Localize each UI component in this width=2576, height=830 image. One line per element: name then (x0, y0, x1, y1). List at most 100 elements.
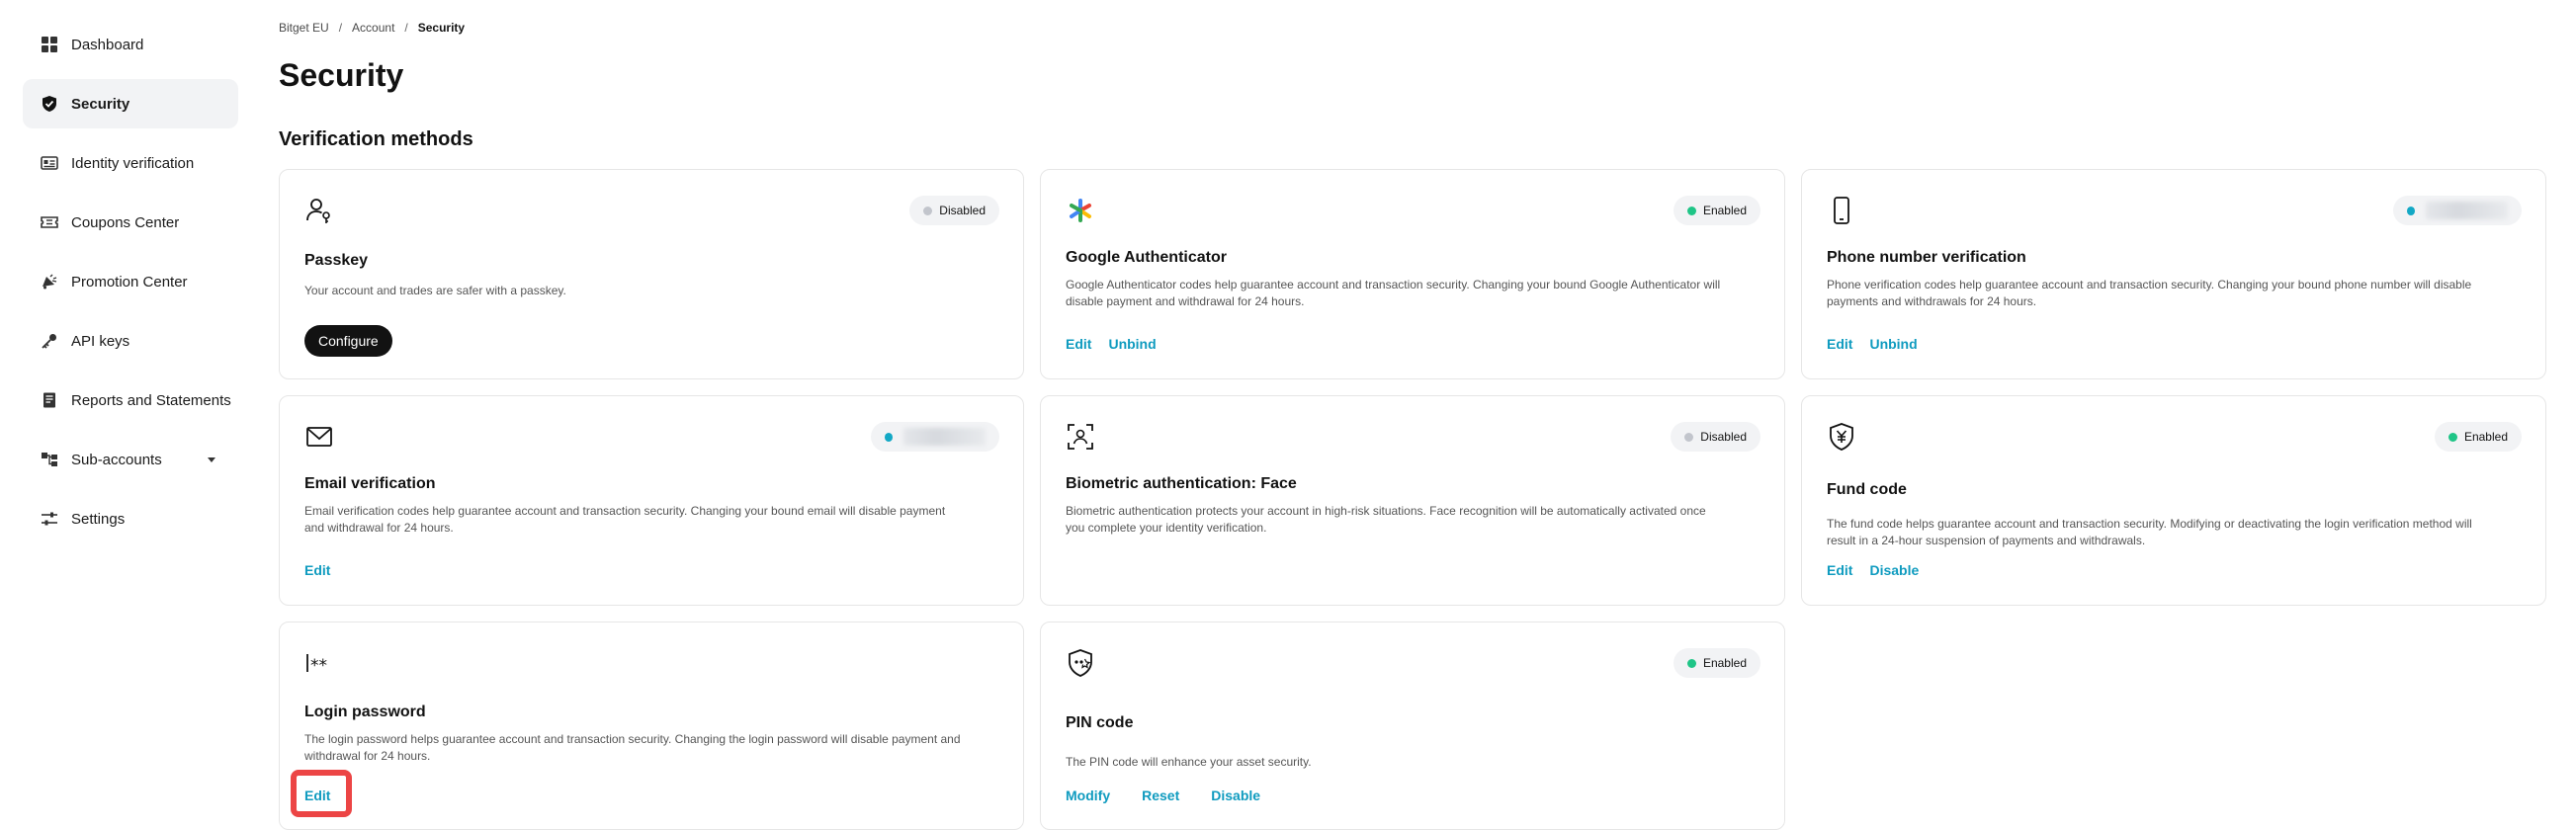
card-description: Email verification codes help guarantee … (304, 504, 946, 535)
card-passkey: Disabled Passkey Your account and trades… (279, 169, 1024, 379)
status-dot (2407, 206, 2416, 215)
pin-shield-icon (1066, 648, 1095, 678)
breadcrumb: Bitget EU / Account / Security (279, 21, 465, 35)
phone-icon (1827, 196, 1856, 225)
status-dot (1686, 206, 1696, 215)
modify-link[interactable]: Modify (1066, 788, 1110, 803)
sidebar-item-security[interactable]: Security (23, 79, 238, 128)
sidebar-item-settings[interactable]: Settings (23, 494, 238, 543)
sidebar-item-api-keys[interactable]: API keys (23, 316, 238, 366)
section-title: Verification methods (279, 128, 473, 150)
sidebar-item-sub-accounts[interactable]: Sub-accounts (23, 435, 238, 484)
configure-button[interactable]: Configure (304, 325, 392, 357)
status-dot (1686, 658, 1696, 668)
card-title: Passkey (304, 252, 369, 269)
shield-icon (41, 95, 58, 113)
highlight-box (291, 770, 352, 817)
google-authenticator-icon (1066, 196, 1095, 225)
card-phone-verification: Phone number verification Phone verifica… (1801, 169, 2546, 379)
coupon-icon (41, 213, 58, 231)
unbind-link[interactable]: Unbind (1108, 336, 1156, 352)
megaphone-icon (41, 273, 58, 290)
card-description: Phone verification codes help guarantee … (1827, 278, 2472, 308)
breadcrumb-current: Security (417, 21, 466, 35)
breadcrumb-separator: / (338, 21, 343, 35)
card-fund-code: Enabled Fund code The fund code helps gu… (1801, 395, 2546, 606)
settings-icon (41, 510, 58, 528)
sub-accounts-icon (41, 451, 58, 468)
status-dot (2447, 432, 2457, 442)
reset-link[interactable]: Reset (1142, 788, 1179, 803)
card-title: Email verification (304, 475, 436, 492)
card-title: Phone number verification (1827, 249, 2026, 266)
id-card-icon (41, 154, 58, 172)
unbind-link[interactable]: Unbind (1869, 336, 1917, 352)
card-login-password: ** Login password The login password hel… (279, 622, 1024, 830)
page-title: Security (279, 57, 404, 93)
mail-icon (304, 422, 334, 452)
card-description: Google Authenticator codes help guarante… (1066, 278, 1721, 308)
status-text: Disabled (1700, 430, 1747, 444)
redacted-value (2426, 202, 2508, 219)
edit-link[interactable]: Edit (1827, 336, 1852, 352)
sidebar-item-label: Coupons Center (71, 213, 180, 231)
sidebar: Dashboard Security Identity verification… (23, 20, 238, 553)
dashboard-icon (41, 36, 58, 53)
card-description: The PIN code will enhance your asset sec… (1066, 755, 1312, 769)
edit-link[interactable]: Edit (1066, 336, 1091, 352)
edit-link[interactable]: Edit (304, 562, 330, 578)
sidebar-item-dashboard[interactable]: Dashboard (23, 20, 238, 69)
breadcrumb-item[interactable]: Bitget EU (279, 21, 329, 35)
card-title: Login password (304, 704, 426, 720)
card-description: The fund code helps guarantee account an… (1827, 517, 2472, 547)
status-dot (923, 206, 933, 215)
passkey-user-icon (304, 196, 334, 225)
chevron-down-icon[interactable] (207, 455, 216, 464)
status-badge: Enabled (2434, 422, 2522, 452)
card-title: Fund code (1827, 481, 1907, 498)
card-description: Biometric authentication protects your a… (1066, 504, 1706, 535)
sidebar-item-coupons-center[interactable]: Coupons Center (23, 198, 238, 247)
card-google-authenticator: Enabled Google Authenticator Google Auth… (1040, 169, 1785, 379)
status-text: Disabled (939, 204, 986, 217)
status-badge: Disabled (1671, 422, 1760, 452)
key-icon (41, 332, 58, 350)
sidebar-item-label: API keys (71, 332, 130, 350)
sidebar-item-label: Reports and Statements (71, 391, 231, 409)
card-description: Your account and trades are safer with a… (304, 284, 566, 297)
card-title: Biometric authentication: Face (1066, 475, 1297, 492)
status-badge: Disabled (909, 196, 999, 225)
card-title: PIN code (1066, 714, 1134, 731)
sidebar-item-label: Promotion Center (71, 273, 188, 290)
sidebar-item-label: Sub-accounts (71, 451, 162, 468)
sidebar-item-label: Security (71, 95, 130, 113)
card-title: Google Authenticator (1066, 249, 1227, 266)
card-email-verification: Email verification Email verification co… (279, 395, 1024, 606)
breadcrumb-separator: / (404, 21, 408, 35)
svg-text:**: ** (310, 656, 327, 676)
status-badge (871, 422, 999, 452)
status-text: Enabled (1702, 656, 1747, 670)
face-scan-icon (1066, 422, 1095, 452)
fund-code-icon (1827, 422, 1856, 452)
sidebar-item-promotion-center[interactable]: Promotion Center (23, 257, 238, 306)
disable-link[interactable]: Disable (1869, 562, 1919, 578)
sidebar-item-label: Identity verification (71, 154, 195, 172)
card-pin-code: Enabled PIN code The PIN code will enhan… (1040, 622, 1785, 830)
status-text: Enabled (1702, 204, 1747, 217)
card-biometric-face: Disabled Biometric authentication: Face … (1040, 395, 1785, 606)
status-dot (885, 432, 894, 442)
sidebar-item-identity-verification[interactable]: Identity verification (23, 138, 238, 188)
report-icon (41, 391, 58, 409)
status-badge: Enabled (1673, 196, 1760, 225)
redacted-value (903, 428, 986, 446)
breadcrumb-item[interactable]: Account (352, 21, 394, 35)
password-icon: ** (304, 648, 334, 678)
sidebar-item-reports-and-statements[interactable]: Reports and Statements (23, 375, 238, 425)
status-text: Enabled (2463, 430, 2508, 444)
status-badge: Enabled (1673, 648, 1760, 678)
sidebar-item-label: Settings (71, 510, 126, 528)
edit-link[interactable]: Edit (1827, 562, 1852, 578)
status-dot (1684, 432, 1694, 442)
disable-link[interactable]: Disable (1211, 788, 1260, 803)
